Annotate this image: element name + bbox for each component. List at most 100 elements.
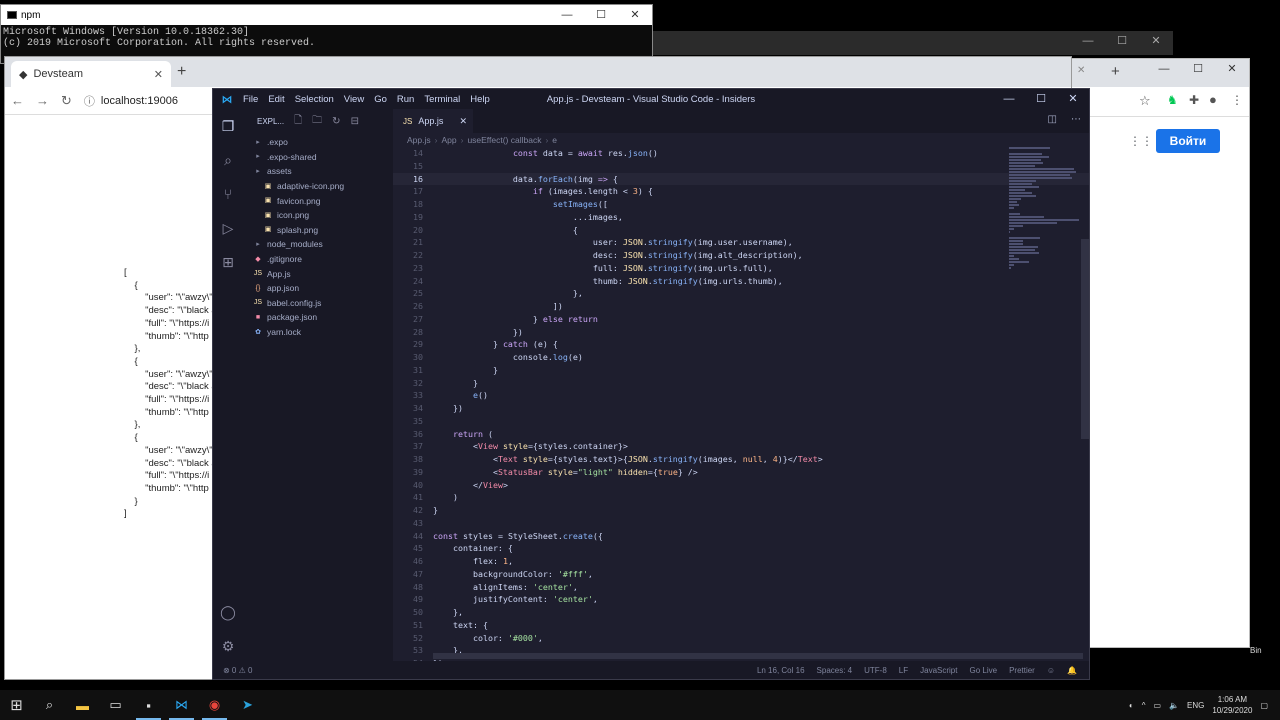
menu-item-run[interactable]: Run [397, 94, 414, 105]
notifications-icon[interactable]: 🔔 [1067, 666, 1077, 675]
problems-indicator[interactable]: ⊗ 0 ⚠ 0 [223, 666, 252, 675]
menu-item-terminal[interactable]: Terminal [424, 94, 460, 105]
login-button[interactable]: Войти [1156, 129, 1220, 153]
menu-item-file[interactable]: File [243, 94, 258, 105]
cmd-icon[interactable]: ▪ [132, 690, 165, 720]
refresh-icon[interactable]: ↻ [332, 116, 340, 127]
search-icon[interactable]: ⌕ [33, 690, 66, 720]
breadcrumb-item[interactable]: e [552, 135, 557, 145]
account-icon[interactable]: ◯ [219, 603, 237, 621]
file-tree-item[interactable]: ▸ assets [243, 164, 393, 179]
cmd-window[interactable]: npm — ☐ ✕ Microsoft Windows [Version 10.… [0, 4, 653, 64]
file-tree-item[interactable]: ■ package.json [243, 310, 393, 325]
new-file-icon[interactable]: 🗋 [294, 113, 302, 130]
file-tree-item[interactable]: ▣ adaptive-icon.png [243, 179, 393, 194]
new-folder-icon[interactable]: 🗀 [312, 113, 322, 130]
split-editor-icon[interactable]: ◫ [1048, 114, 1057, 125]
tab-close-icon[interactable]: ✕ [459, 116, 467, 127]
language-indicator[interactable]: ENG [1187, 701, 1204, 710]
editor-tab-appjs[interactable]: JS App.js ✕ [393, 109, 473, 133]
file-tree-item[interactable]: ▣ splash.png [243, 223, 393, 238]
code-editor[interactable]: 14 const data = await res.json() 15 16 dat… [393, 147, 1089, 661]
start-button[interactable]: ⊞ [0, 690, 33, 720]
file-tree-item[interactable]: ▸ .expo-shared [243, 150, 393, 165]
vscode-window[interactable]: ⋈ File Edit Selection View Go Run Terminal Help… [212, 88, 1090, 680]
profile-icon[interactable]: ● [1209, 92, 1217, 107]
background-window[interactable]: — ☐ ✕ [653, 31, 1173, 55]
close-icon[interactable]: ✕ [1139, 31, 1173, 51]
back-icon[interactable]: ← [11, 93, 24, 108]
terminal-icon[interactable]: ▭ [99, 690, 132, 720]
browser-window-2[interactable]: ✕ + — ☐ ✕ ☆ ♞ ✚ ● ⋮ ⋮⋮⋮ Войти [1070, 58, 1250, 648]
extension-icon[interactable]: ♞ [1167, 93, 1178, 107]
search-icon[interactable]: ⌕ [219, 151, 237, 169]
puzzle-icon[interactable]: ✚ [1189, 93, 1199, 107]
file-tree-item[interactable]: ◆ .gitignore [243, 252, 393, 267]
new-tab-icon[interactable]: + [1111, 63, 1120, 80]
file-tree-item[interactable]: {} app.json [243, 281, 393, 296]
close-icon[interactable]: ✕ [1215, 59, 1249, 79]
horizontal-scrollbar[interactable] [433, 653, 1083, 659]
breadcrumb-item[interactable]: App.js [407, 135, 431, 145]
file-tree-item[interactable]: ✿ yarn.lock [243, 325, 393, 340]
maximize-icon[interactable]: ☐ [1181, 59, 1215, 79]
vertical-scrollbar[interactable] [1081, 239, 1089, 439]
close-icon[interactable]: ✕ [1057, 89, 1089, 109]
bookmark-star-icon[interactable]: ☆ [1139, 93, 1151, 109]
more-icon[interactable]: ⋮ [1231, 93, 1243, 107]
file-tree-item[interactable]: ▸ node_modules [243, 237, 393, 252]
notification-center-icon[interactable]: ▢ [1260, 701, 1268, 710]
extensions-icon[interactable]: ⊞ [219, 253, 237, 271]
minimize-icon[interactable]: — [1071, 31, 1105, 51]
forward-icon[interactable]: → [36, 93, 49, 108]
telegram-icon[interactable]: ➤ [231, 690, 264, 720]
clock[interactable]: 1:06 AM 10/29/2020 [1212, 694, 1252, 716]
settings-gear-icon[interactable]: ⚙ [219, 637, 237, 655]
minimize-icon[interactable]: — [550, 5, 584, 25]
maximize-icon[interactable]: ☐ [584, 5, 618, 25]
prettier[interactable]: Prettier [1009, 666, 1035, 675]
cmd-titlebar[interactable]: npm — ☐ ✕ [1, 5, 652, 25]
menu-item-edit[interactable]: Edit [268, 94, 284, 105]
file-tree-item[interactable]: ▣ favicon.png [243, 193, 393, 208]
chrome-icon[interactable]: ◉ [198, 690, 231, 720]
more-actions-icon[interactable]: ⋯ [1071, 114, 1081, 125]
recycle-bin-label[interactable]: Bin [1250, 646, 1262, 655]
indentation[interactable]: Spaces: 4 [817, 666, 853, 675]
tab-close-icon[interactable]: ✕ [1077, 65, 1085, 76]
address-bar[interactable]: localhost:19006 [101, 95, 178, 107]
feedback-icon[interactable]: ☺ [1047, 666, 1055, 675]
file-tree-item[interactable]: ▸ .expo [243, 135, 393, 150]
menu-item-help[interactable]: Help [470, 94, 490, 105]
tray-arrow-icon[interactable]: ^ [1142, 701, 1146, 710]
menu-item-go[interactable]: Go [374, 94, 387, 105]
minimize-icon[interactable]: — [1147, 59, 1181, 79]
breadcrumb-item[interactable]: useEffect() callback [467, 135, 541, 145]
weather-icon[interactable]: ◐ [1129, 701, 1134, 710]
go-live[interactable]: Go Live [969, 666, 997, 675]
collapse-icon[interactable]: ⊟ [351, 116, 359, 127]
run-debug-icon[interactable]: ▷ [219, 219, 237, 237]
menu-item-view[interactable]: View [344, 94, 364, 105]
apps-grid-icon[interactable]: ⋮⋮⋮ [1129, 135, 1165, 147]
browser-tab[interactable]: ◆ Devsteam ✕ [11, 61, 171, 87]
maximize-icon[interactable]: ☐ [1025, 89, 1057, 109]
minimize-icon[interactable]: — [993, 89, 1025, 109]
tab-close-icon[interactable]: ✕ [154, 68, 163, 81]
encoding[interactable]: UTF-8 [864, 666, 887, 675]
vscode-icon[interactable]: ⋈ [165, 690, 198, 720]
menu-item-selection[interactable]: Selection [295, 94, 334, 105]
file-tree-item[interactable]: ▣ icon.png [243, 208, 393, 223]
breadcrumb-item[interactable]: App [441, 135, 456, 145]
file-tree-item[interactable]: JS babel.config.js [243, 296, 393, 311]
explorer-icon[interactable]: ❐ [219, 117, 237, 135]
file-tree-item[interactable]: JS App.js [243, 266, 393, 281]
new-tab-icon[interactable]: + [177, 63, 186, 81]
source-control-icon[interactable]: ⑂ [219, 185, 237, 203]
maximize-icon[interactable]: ☐ [1105, 31, 1139, 51]
language-mode[interactable]: JavaScript [920, 666, 957, 675]
volume-icon[interactable]: 🔈 [1169, 701, 1179, 710]
minimap[interactable] [1009, 147, 1079, 269]
eol[interactable]: LF [899, 666, 908, 675]
reload-icon[interactable]: ↻ [61, 93, 72, 109]
